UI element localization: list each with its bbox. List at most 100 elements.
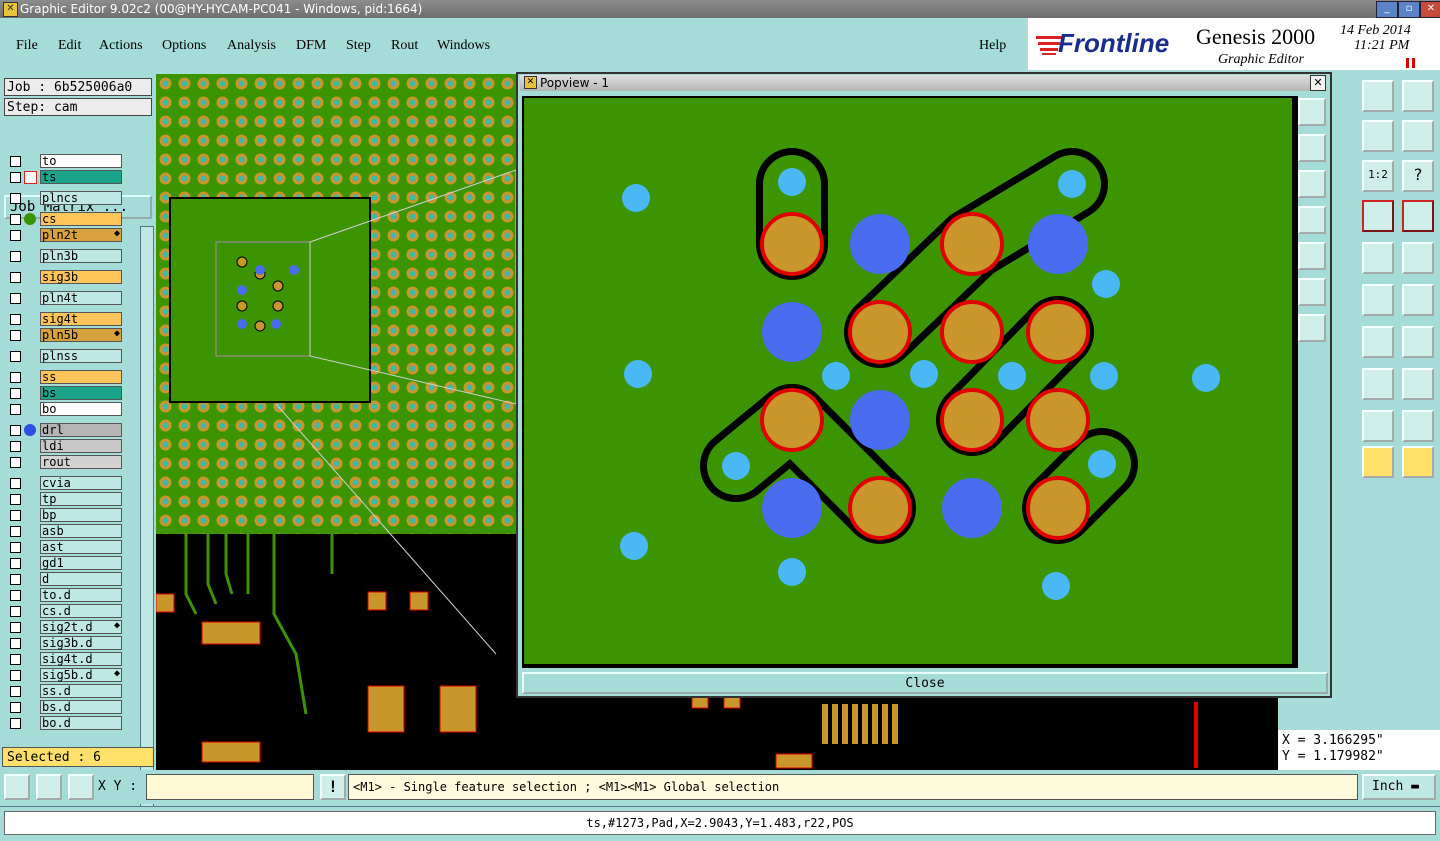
menu-dfm[interactable]: DFM <box>296 38 326 54</box>
layer-visibility-checkbox[interactable] <box>10 606 21 617</box>
drill-icon[interactable] <box>1402 368 1434 400</box>
layer-visibility-checkbox[interactable] <box>10 351 21 362</box>
layer-row-pln4t[interactable]: pln4t <box>8 291 124 306</box>
layer-visibility-checkbox[interactable] <box>10 330 21 341</box>
layer-visibility-checkbox[interactable] <box>10 193 21 204</box>
menu-file[interactable]: File <box>16 38 38 54</box>
menu-rout[interactable]: Rout <box>391 38 418 54</box>
layer-visibility-checkbox[interactable] <box>10 251 21 262</box>
pad-icon[interactable] <box>1402 242 1434 274</box>
layer-row-pln2t[interactable]: pln2t ◆ <box>8 228 124 243</box>
layer-visibility-checkbox[interactable] <box>10 457 21 468</box>
layer-row-gd1[interactable]: gd1 <box>8 556 124 571</box>
maximize-button[interactable]: ▫ <box>1398 1 1420 18</box>
window-icon[interactable] <box>1402 80 1434 112</box>
layer-row-cvia[interactable]: cvia <box>8 476 124 491</box>
pan-icon[interactable] <box>1298 242 1326 270</box>
layer-row-sig4t-d[interactable]: sig4t.d <box>8 652 124 667</box>
layer-visibility-checkbox[interactable] <box>10 293 21 304</box>
layer-row-to-d[interactable]: to.d <box>8 588 124 603</box>
layer-visibility-checkbox[interactable] <box>10 510 21 521</box>
measure-icon[interactable] <box>1362 368 1394 400</box>
menu-options[interactable]: Options <box>162 38 206 54</box>
layer-row-sig2t-d[interactable]: sig2t.d ◆ <box>8 620 124 635</box>
layer-visibility-checkbox[interactable] <box>10 494 21 505</box>
layer-visibility-checkbox[interactable] <box>10 702 21 713</box>
layer-visibility-checkbox[interactable] <box>10 478 21 489</box>
layer-visibility-checkbox[interactable] <box>10 314 21 325</box>
popview-canvas[interactable] <box>522 96 1298 668</box>
layer-visibility-checkbox[interactable] <box>10 574 21 585</box>
net-icon[interactable] <box>1362 200 1394 232</box>
layer-visibility-checkbox[interactable] <box>10 172 21 183</box>
connect-icon[interactable] <box>1362 284 1394 316</box>
scale-1-2-icon[interactable]: 1:2 <box>1362 160 1394 192</box>
alert-icon[interactable]: ! <box>320 774 346 800</box>
text-a-icon[interactable] <box>1362 410 1394 442</box>
layer-visibility-checkbox[interactable] <box>10 654 21 665</box>
layer-row-sig5b-d[interactable]: sig5b.d ◆ <box>8 668 124 683</box>
layer-visibility-checkbox[interactable] <box>10 214 21 225</box>
zoom-home-icon[interactable] <box>1298 134 1326 162</box>
layer-row-ast[interactable]: ast <box>8 540 124 555</box>
layer-visibility-checkbox[interactable] <box>10 670 21 681</box>
layer-visibility-checkbox[interactable] <box>10 425 21 436</box>
layer-visibility-checkbox[interactable] <box>10 156 21 167</box>
popview-close-icon[interactable]: ✕ <box>1310 75 1326 91</box>
layer-row-ts[interactable]: ts <box>8 170 124 185</box>
layer-row-ss[interactable]: ss <box>8 370 124 385</box>
ruler-icon[interactable] <box>1362 242 1394 274</box>
layer-row-bo[interactable]: bo <box>8 402 124 417</box>
layer-visibility-checkbox[interactable] <box>10 372 21 383</box>
layer-visibility-checkbox[interactable] <box>10 622 21 633</box>
zoom-out-icon[interactable] <box>1298 206 1326 234</box>
rotate-icon[interactable] <box>1362 120 1394 152</box>
layer-row-d[interactable]: d <box>8 572 124 587</box>
layer-row-bs[interactable]: bs <box>8 386 124 401</box>
layer-row-cs-d[interactable]: cs.d <box>8 604 124 619</box>
layer-visibility-checkbox[interactable] <box>10 638 21 649</box>
unit-selector[interactable]: Inch ▬ <box>1362 774 1436 800</box>
layer-row-ss-d[interactable]: ss.d <box>8 684 124 699</box>
layer-row-to[interactable]: to <box>8 154 124 169</box>
popview-close-button[interactable]: Close <box>522 672 1328 694</box>
layer-row-sig4t[interactable]: sig4t <box>8 312 124 327</box>
snap-icon[interactable] <box>4 774 30 800</box>
menu-help[interactable]: Help <box>979 38 1006 54</box>
link-icon[interactable] <box>1402 284 1434 316</box>
layer-row-pln3b[interactable]: pln3b <box>8 249 124 264</box>
layer-visibility-checkbox[interactable] <box>10 272 21 283</box>
minimize-button[interactable]: _ <box>1376 1 1398 18</box>
layer-row-pln5b[interactable]: pln5b ◆ <box>8 328 124 343</box>
select-icon[interactable] <box>1362 446 1394 478</box>
home-icon[interactable] <box>1362 80 1394 112</box>
layer-row-bp[interactable]: bp <box>8 508 124 523</box>
grid-icon[interactable] <box>68 774 94 800</box>
layer-row-bs-d[interactable]: bs.d <box>8 700 124 715</box>
menu-step[interactable]: Step <box>346 38 371 54</box>
layer-visibility-checkbox[interactable] <box>10 441 21 452</box>
layer-row-rout[interactable]: rout <box>8 455 124 470</box>
layer-visibility-checkbox[interactable] <box>10 404 21 415</box>
layer-visibility-checkbox[interactable] <box>10 718 21 729</box>
zoom-reset-icon[interactable] <box>1298 314 1326 342</box>
layer-visibility-checkbox[interactable] <box>10 388 21 399</box>
layer-visibility-checkbox[interactable] <box>10 526 21 537</box>
zoom-in-icon[interactable] <box>1298 170 1326 198</box>
layer-row-bo-d[interactable]: bo.d <box>8 716 124 731</box>
layer-row-plncs[interactable]: plncs <box>8 191 124 206</box>
layer-row-sig3b-d[interactable]: sig3b.d <box>8 636 124 651</box>
layer-visibility-checkbox[interactable] <box>10 686 21 697</box>
menu-analysis[interactable]: Analysis <box>227 38 276 54</box>
help-icon[interactable]: ? <box>1402 160 1434 192</box>
zoom-fit-icon[interactable] <box>1298 278 1326 306</box>
layer-row-tp[interactable]: tp <box>8 492 124 507</box>
angle-icon[interactable] <box>36 774 62 800</box>
snake-icon[interactable] <box>1402 120 1434 152</box>
layer-row-plnss[interactable]: plnss <box>8 349 124 364</box>
layer-visibility-checkbox[interactable] <box>10 558 21 569</box>
layer-row-ldi[interactable]: ldi <box>8 439 124 454</box>
layer-row-sig3b[interactable]: sig3b <box>8 270 124 285</box>
fanout-icon[interactable] <box>1402 326 1434 358</box>
layer-row-cs[interactable]: cs <box>8 212 124 227</box>
